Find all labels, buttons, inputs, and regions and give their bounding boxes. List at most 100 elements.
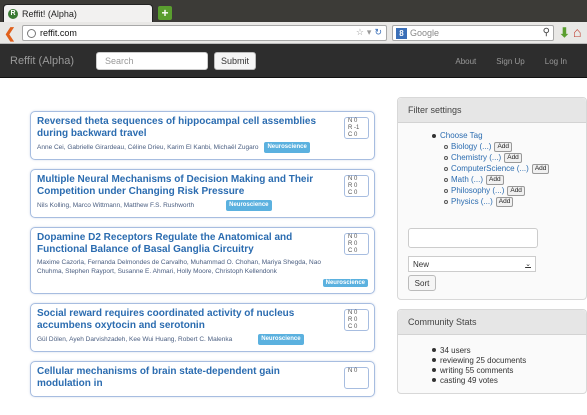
choose-tag-item[interactable]: Choose Tag (432, 131, 576, 140)
stats-panel: Community Stats 34 users reviewing 25 do… (397, 309, 587, 394)
tag-item-biology: Biology (...) Add (444, 141, 576, 152)
add-tag-button[interactable]: Add (507, 185, 525, 196)
add-tag-button[interactable]: Add (494, 141, 513, 152)
bullet-icon (432, 378, 436, 382)
stats-list: 34 users reviewing 25 documents writing … (432, 343, 576, 385)
score-c: C 0 (348, 324, 358, 330)
tab-title: Reffit! (Alpha) (22, 8, 77, 19)
globe-icon (27, 28, 36, 38)
tag-name[interactable]: Math (...) (451, 175, 483, 184)
bullet-icon (432, 368, 436, 372)
score-box: N 0 (344, 367, 369, 389)
paper-tag-badge[interactable]: Neuroscience (322, 278, 368, 287)
score-r: R 0 (348, 183, 358, 189)
paper-title[interactable]: Cellular mechanisms of brain state-depen… (37, 366, 330, 390)
score-n: N 0 (348, 368, 358, 374)
paper-card: Reversed theta sequences of hippocampal … (30, 111, 375, 160)
browser-tab-bar: R Reffit! (Alpha) + (0, 0, 587, 22)
home-icon[interactable]: ⌂ (573, 24, 581, 40)
google-icon[interactable]: 8 (396, 27, 407, 39)
circle-bullet-icon (444, 199, 448, 204)
score-n: N 0 (348, 310, 358, 316)
paper-card: Multiple Neural Mechanisms of Decision M… (30, 169, 375, 218)
score-box: N 0 R 0 C 0 (344, 175, 369, 197)
paper-authors: Maxime Cazorla, Fernanda Delmondes de Ca… (37, 259, 321, 275)
tag-name[interactable]: ComputerScience (...) (451, 164, 529, 173)
paper-authors: Nils Kolling, Marco Wittmann, Matthew F.… (37, 200, 330, 211)
tag-name[interactable]: Chemistry (...) (451, 153, 501, 162)
stat-item: casting 49 votes (432, 375, 576, 385)
tag-name[interactable]: Biology (...) (451, 142, 491, 151)
score-n: N 0 (348, 234, 358, 240)
nav-about-link[interactable]: About (455, 57, 476, 66)
paper-card: Dopamine D2 Receptors Regulate the Anato… (30, 227, 375, 294)
browser-search-placeholder: Google (410, 28, 440, 38)
new-tab-icon[interactable]: + (158, 6, 172, 20)
authors-text: Nils Kolling, Marco Wittmann, Matthew F.… (37, 202, 195, 210)
paper-tag-badge[interactable]: Neuroscience (264, 142, 310, 153)
reffit-favicon-icon: R (8, 8, 18, 19)
score-r: R 0 (348, 317, 358, 323)
tag-item-physics: Physics (...) Add (444, 196, 576, 207)
paper-list: Reversed theta sequences of hippocampal … (30, 111, 375, 406)
tag-name[interactable]: Physics (...) (451, 197, 493, 206)
filter-panel: Filter settings Choose Tag Biology (...)… (397, 97, 587, 300)
bookmark-star-icon[interactable]: ☆ (356, 27, 364, 38)
bullet-icon (432, 358, 436, 362)
browser-nav-bar: ❮ reffit.com ☆ ▾ ↻ 8 Google ⚲ ⬇ ⌂ (0, 22, 587, 44)
nav-login-link[interactable]: Log In (545, 57, 567, 66)
back-arrow-icon[interactable]: ❮ (4, 26, 18, 40)
site-search-input[interactable] (96, 52, 208, 70)
site-brand[interactable]: Reffit (Alpha) (10, 55, 74, 67)
add-tag-button[interactable]: Add (486, 174, 504, 185)
paper-title[interactable]: Multiple Neural Mechanisms of Decision M… (37, 174, 330, 198)
dropdown-arrow-icon[interactable]: ▾ (367, 27, 372, 38)
stat-text: reviewing 25 documents (440, 355, 527, 365)
circle-bullet-icon (444, 155, 448, 160)
paper-authors: Anne Cei, Gabrielle Girardeau, Céline Dr… (37, 142, 330, 153)
choose-tag-label[interactable]: Choose Tag (440, 131, 483, 140)
browser-search-bar[interactable]: 8 Google ⚲ (392, 25, 554, 41)
paper-title[interactable]: Reversed theta sequences of hippocampal … (37, 116, 330, 140)
paper-title[interactable]: Dopamine D2 Receptors Regulate the Anato… (37, 232, 330, 256)
submit-button[interactable]: Submit (214, 52, 256, 70)
nav-signup-link[interactable]: Sign Up (496, 57, 524, 66)
authors-text: Gül Dölen, Ayeh Darvishzadeh, Kee Wui Hu… (37, 336, 233, 344)
sort-order-select[interactable]: New ⌄ (408, 256, 536, 272)
stat-text: 34 users (440, 345, 471, 355)
authors-text: Anne Cei, Gabrielle Girardeau, Céline Dr… (37, 144, 259, 152)
score-c: C 0 (348, 248, 358, 254)
browser-tab[interactable]: R Reffit! (Alpha) (3, 4, 153, 22)
score-box: N 0 R 0 C 0 (344, 233, 369, 255)
url-bar[interactable]: reffit.com ☆ ▾ ↻ (22, 25, 387, 41)
score-box: N 0 R -1 C 0 (344, 117, 369, 139)
score-c: C 0 (348, 190, 358, 196)
magnifier-icon[interactable]: ⚲ (543, 27, 550, 38)
score-r: R 0 (348, 241, 358, 247)
stats-heading: Community Stats (398, 310, 586, 335)
filter-text-input[interactable] (408, 228, 538, 248)
stat-item: 34 users (432, 345, 576, 355)
paper-title[interactable]: Social reward requires coordinated activ… (37, 308, 330, 332)
site-header: Reffit (Alpha) Submit About Sign Up Log … (0, 44, 587, 78)
paper-tag-badge[interactable]: Neuroscience (226, 200, 272, 211)
download-arrow-icon[interactable]: ⬇ (559, 25, 570, 41)
score-r: R -1 (348, 125, 360, 131)
paper-tag-badge[interactable]: Neuroscience (258, 334, 304, 345)
tag-name[interactable]: Philosophy (...) (451, 186, 504, 195)
add-tag-button[interactable]: Add (495, 196, 514, 207)
sort-button[interactable]: Sort (408, 275, 436, 291)
circle-bullet-icon (444, 144, 448, 149)
stat-text: casting 49 votes (440, 375, 498, 385)
reload-icon[interactable]: ↻ (374, 27, 382, 38)
add-tag-button[interactable]: Add (504, 152, 522, 163)
paper-card: Cellular mechanisms of brain state-depen… (30, 361, 375, 397)
tag-item-philosophy: Philosophy (...) Add (444, 185, 576, 196)
add-tag-button[interactable]: Add (531, 163, 550, 174)
tag-item-chemistry: Chemistry (...) Add (444, 152, 576, 163)
sort-selected-value: New (413, 259, 430, 269)
circle-bullet-icon (444, 188, 448, 193)
tag-item-math: Math (...) Add (444, 174, 576, 185)
bullet-icon (432, 348, 436, 352)
url-text: reffit.com (40, 28, 77, 38)
